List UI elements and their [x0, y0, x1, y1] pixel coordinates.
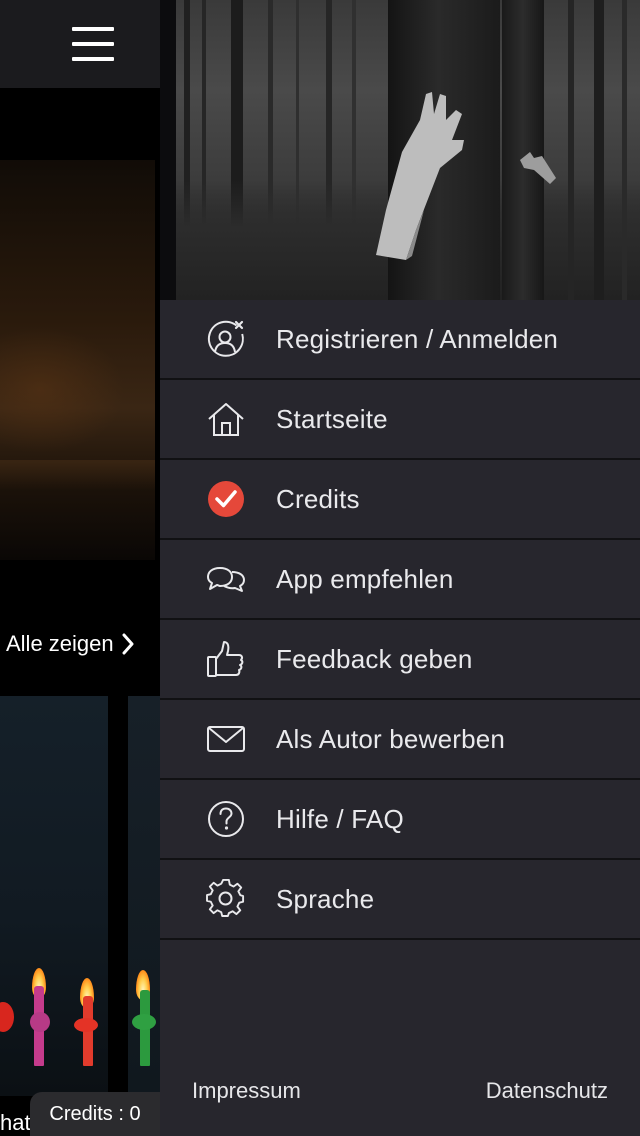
- hamburger-menu-icon[interactable]: [72, 27, 116, 61]
- menu-item-apply-author[interactable]: Als Autor bewerben: [160, 700, 640, 780]
- imprint-link[interactable]: Impressum: [192, 1078, 301, 1104]
- privacy-link[interactable]: Datenschutz: [486, 1078, 608, 1104]
- thumbs-up-icon: [206, 639, 246, 679]
- envelope-icon: [206, 719, 246, 759]
- story-title-truncated: hat: [0, 1110, 31, 1135]
- menu-item-label: Hilfe / FAQ: [276, 803, 404, 834]
- menu-item-label: Startseite: [276, 403, 388, 434]
- chevron-right-icon: [122, 633, 134, 655]
- show-all-label: Alle zeigen: [6, 631, 114, 656]
- user-remove-icon: [206, 319, 246, 359]
- menu-item-label: Feedback geben: [276, 643, 473, 674]
- main-screen-background: Alle zeigen hat Credits : 0: [0, 0, 160, 1136]
- chat-bubbles-icon: [206, 559, 246, 599]
- menu-item-label: Credits: [276, 483, 360, 514]
- menu-item-help-faq[interactable]: Hilfe / FAQ: [160, 780, 640, 860]
- checkmark-circle-icon: [206, 479, 246, 519]
- story-thumbnail-birthday[interactable]: [0, 696, 108, 1096]
- menu-item-label: Sprache: [276, 883, 375, 914]
- drawer-edge-shadow: [160, 0, 176, 300]
- show-all-link[interactable]: Alle zeigen: [0, 628, 134, 660]
- featured-story-image[interactable]: [0, 160, 155, 560]
- story-thumbnail[interactable]: [128, 696, 160, 1096]
- side-drawer: Registrieren / Anmelden Startseite Credi…: [160, 300, 640, 1136]
- small-hand-silhouette: [520, 152, 556, 184]
- drawer-menu: Registrieren / Anmelden Startseite Credi…: [160, 300, 640, 940]
- menu-item-credits[interactable]: Credits: [160, 460, 640, 540]
- menu-item-home[interactable]: Startseite: [160, 380, 640, 460]
- credits-badge[interactable]: Credits : 0: [30, 1092, 160, 1136]
- menu-item-label: Als Autor bewerben: [276, 723, 506, 754]
- hand-silhouette: [376, 92, 464, 260]
- question-circle-icon: [206, 799, 246, 839]
- menu-item-language[interactable]: Sprache: [160, 860, 640, 940]
- gear-icon: [206, 879, 246, 919]
- home-icon: [206, 399, 246, 439]
- menu-item-feedback[interactable]: Feedback geben: [160, 620, 640, 700]
- menu-item-label: App empfehlen: [276, 563, 454, 594]
- menu-item-label: Registrieren / Anmelden: [276, 323, 559, 354]
- drawer-header-image: [176, 0, 640, 300]
- menu-item-recommend-app[interactable]: App empfehlen: [160, 540, 640, 620]
- menu-item-register-login[interactable]: Registrieren / Anmelden: [160, 300, 640, 380]
- top-bar: [0, 0, 160, 88]
- drawer-footer: Impressum Datenschutz: [160, 1078, 640, 1108]
